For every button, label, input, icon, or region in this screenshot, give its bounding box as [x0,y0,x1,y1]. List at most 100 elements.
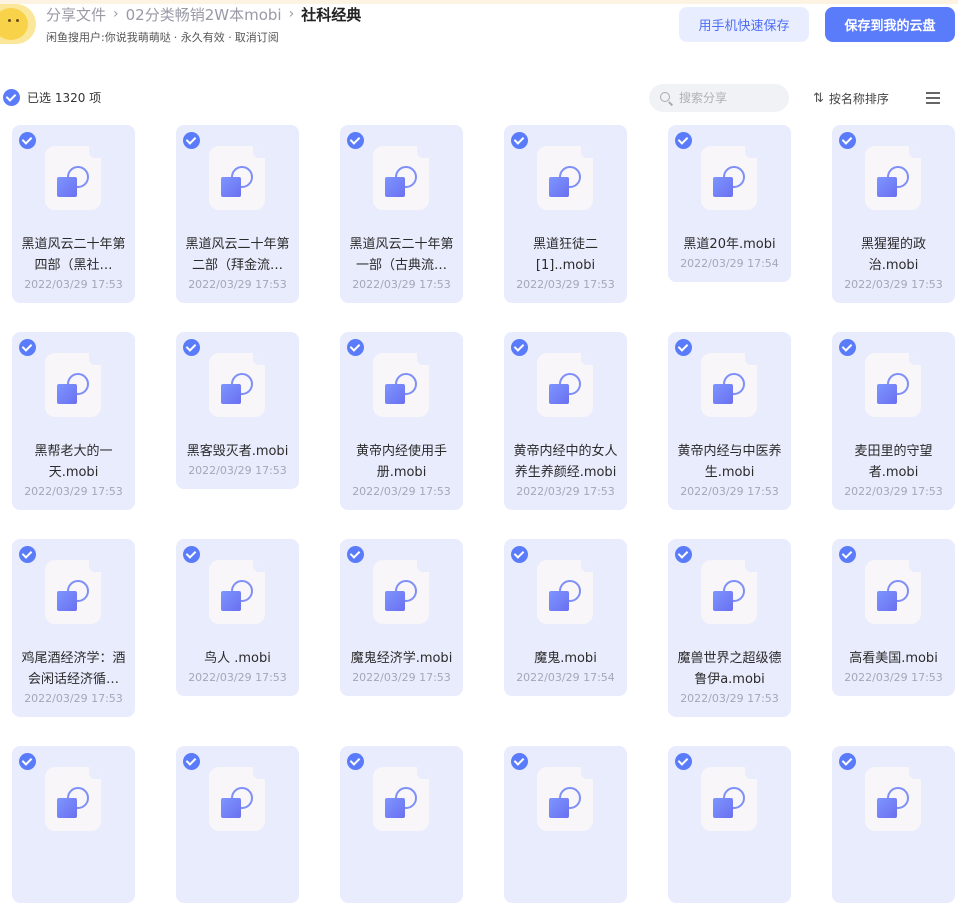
file-icon [865,146,921,210]
file-checkbox[interactable] [347,753,364,770]
file-card[interactable] [668,746,791,903]
file-icon [865,767,921,831]
file-checkbox[interactable] [511,132,528,149]
select-all[interactable]: 已选 1320 项 [3,89,101,106]
file-date: 2022/03/29 17:53 [188,278,287,291]
file-checkbox[interactable] [183,132,200,149]
file-date: 2022/03/29 17:53 [352,278,451,291]
file-icon [537,560,593,624]
file-icon [45,767,101,831]
file-card[interactable]: 黄帝内经中的女人养生养颜经.mobi 2022/03/29 17:53 [504,332,627,510]
file-card[interactable] [12,746,135,903]
file-card[interactable]: 魔兽世界之超级德鲁伊a.mobi 2022/03/29 17:53 [668,539,791,717]
file-card[interactable]: 黑道20年.mobi 2022/03/29 17:54 [668,125,791,282]
file-checkbox[interactable] [347,132,364,149]
file-icon [701,146,757,210]
file-card[interactable]: 鸟人 .mobi 2022/03/29 17:53 [176,539,299,696]
file-card[interactable]: 黑道风云二十年第一部（古典流… 2022/03/29 17:53 [340,125,463,303]
sort-label: 按名称排序 [828,92,889,106]
file-date: 2022/03/29 17:53 [516,485,615,498]
file-checkbox[interactable] [19,546,36,563]
file-date: 2022/03/29 17:53 [352,671,451,684]
sort-button[interactable]: ⇅ 按名称排序 [813,90,889,107]
file-icon [209,146,265,210]
breadcrumb-current: 社科经典 [301,5,362,24]
file-checkbox[interactable] [347,546,364,563]
file-icon [701,560,757,624]
breadcrumb-folder[interactable]: 02分类畅销2W本mobi [126,4,282,25]
file-icon [701,767,757,831]
file-name: 黄帝内经中的女人养生养颜经.mobi [513,444,618,480]
file-checkbox[interactable] [183,753,200,770]
file-name: 麦田里的守望者.mobi [854,444,933,480]
breadcrumb-share-files[interactable]: 分享文件 [46,4,106,25]
file-icon [209,353,265,417]
file-card[interactable]: 黑道风云二十年第四部（黑社… 2022/03/29 17:53 [12,125,135,303]
breadcrumb-separator: › [113,6,119,22]
file-card[interactable]: 魔鬼经济学.mobi 2022/03/29 17:53 [340,539,463,696]
file-card[interactable] [832,746,955,903]
file-checkbox[interactable] [511,753,528,770]
file-card[interactable]: 黄帝内经使用手册.mobi 2022/03/29 17:53 [340,332,463,510]
file-checkbox[interactable] [511,339,528,356]
phone-save-button[interactable]: 用手机快速保存 [679,7,809,42]
file-icon [373,767,429,831]
file-card[interactable] [340,746,463,903]
file-checkbox[interactable] [839,546,856,563]
file-card[interactable]: 魔鬼.mobi 2022/03/29 17:54 [504,539,627,696]
file-card[interactable]: 黄帝内经与中医养生.mobi 2022/03/29 17:53 [668,332,791,510]
search-icon [660,92,674,106]
file-checkbox[interactable] [183,546,200,563]
file-icon [45,146,101,210]
save-to-cloud-button[interactable]: 保存到我的云盘 [825,7,955,42]
file-checkbox[interactable] [19,339,36,356]
file-icon [537,146,593,210]
file-card[interactable]: 高看美国.mobi 2022/03/29 17:53 [832,539,955,696]
file-date: 2022/03/29 17:53 [352,485,451,498]
search-input[interactable] [677,90,781,106]
file-card[interactable]: 黑帮老大的一天.mobi 2022/03/29 17:53 [12,332,135,510]
file-checkbox[interactable] [183,339,200,356]
share-info: 闲鱼搜用户:你说我萌萌哒 · 永久有效 · 取消订阅 [46,29,282,45]
file-card[interactable]: 鸡尾酒经济学：酒会闲话经济循… 2022/03/29 17:53 [12,539,135,717]
file-date: 2022/03/29 17:53 [24,278,123,291]
file-card[interactable]: 麦田里的守望者.mobi 2022/03/29 17:53 [832,332,955,510]
file-name: 黑道狂徒二[1]..mobi [532,237,598,273]
unsubscribe-link[interactable]: 取消订阅 [235,31,279,44]
file-date: 2022/03/29 17:53 [24,692,123,705]
file-card[interactable]: 黑猩猩的政治.mobi 2022/03/29 17:53 [832,125,955,303]
selected-count: 已选 1320 项 [27,91,102,105]
file-card[interactable] [176,746,299,903]
file-date: 2022/03/29 17:53 [188,464,287,477]
file-icon [209,767,265,831]
file-checkbox[interactable] [19,132,36,149]
file-checkbox[interactable] [511,546,528,563]
file-name: 黑猩猩的政治.mobi [860,237,926,273]
file-checkbox[interactable] [839,339,856,356]
sharer-name[interactable]: 闲鱼搜用户:你说我萌萌哒 [46,31,171,44]
sharer-avatar[interactable] [0,4,36,44]
breadcrumb-separator: › [288,6,295,22]
avatar-face-icon [0,8,28,40]
file-card[interactable]: 黑道风云二十年第二部（拜金流… 2022/03/29 17:53 [176,125,299,303]
file-checkbox[interactable] [839,132,856,149]
file-checkbox[interactable] [839,753,856,770]
file-icon [373,560,429,624]
file-date: 2022/03/29 17:54 [516,671,615,684]
file-card[interactable] [504,746,627,903]
file-icon [865,560,921,624]
file-checkbox[interactable] [19,753,36,770]
search-box[interactable] [649,84,789,112]
file-card[interactable]: 黑道狂徒二[1]..mobi 2022/03/29 17:53 [504,125,627,303]
file-icon [537,353,593,417]
file-checkbox[interactable] [675,339,692,356]
file-card[interactable]: 黑客毁灭者.mobi 2022/03/29 17:53 [176,332,299,489]
breadcrumb: 分享文件 › 02分类畅销2W本mobi › 社科经典 [46,4,361,24]
file-date: 2022/03/29 17:53 [680,692,779,705]
file-checkbox[interactable] [675,753,692,770]
file-checkbox[interactable] [347,339,364,356]
file-checkbox[interactable] [675,132,692,149]
view-menu-icon[interactable] [926,92,940,104]
file-checkbox[interactable] [675,546,692,563]
select-all-checkbox[interactable] [3,89,20,106]
